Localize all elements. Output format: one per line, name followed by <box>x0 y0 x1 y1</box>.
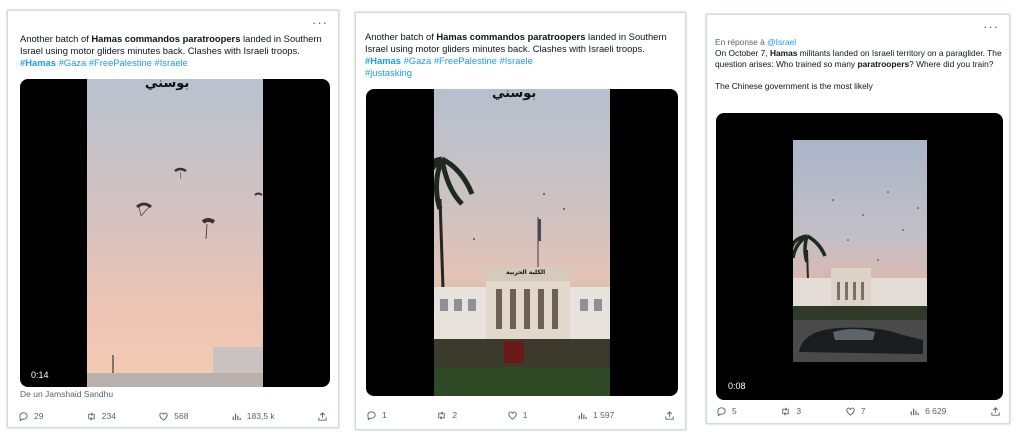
video-frame: بوسني <box>434 89 610 396</box>
like-count: 7 <box>860 406 866 416</box>
military-academy-scene <box>434 156 610 396</box>
share-icon <box>318 411 327 421</box>
tweet-text-bold: Hamas <box>769 48 798 58</box>
tweet-text: En réponse à @Israel On October 7, Hamas… <box>715 37 1005 92</box>
like-count: 568 <box>174 411 189 421</box>
reply-mention-link[interactable]: @Israel <box>767 37 796 47</box>
like-button[interactable]: 1 <box>507 410 528 421</box>
action-bar: 5 3 7 6 629 <box>716 404 1001 418</box>
video-frame <box>793 140 927 362</box>
hashtag-link[interactable]: #justasking <box>365 67 412 78</box>
retweet-button[interactable]: 234 <box>86 411 116 422</box>
reply-button[interactable]: 29 <box>18 411 43 422</box>
hashtag-link[interactable]: #Israele <box>154 57 187 68</box>
reply-icon <box>19 411 28 422</box>
building-sign: الكلية الحربية <box>506 269 546 276</box>
tweet-text: Another batch of Hamas commandos paratro… <box>20 33 332 69</box>
video-player[interactable]: بوسني الكلية الحربية <box>366 89 678 396</box>
video-duration: 0:14 <box>28 369 52 381</box>
views-icon <box>578 412 587 419</box>
views-count: 6 629 <box>925 406 947 416</box>
reply-count: 1 <box>382 410 387 420</box>
retweet-count: 234 <box>101 411 116 421</box>
video-player[interactable]: 0:08 <box>716 113 1003 400</box>
views-button[interactable]: 183,5 k <box>231 411 275 422</box>
like-icon <box>846 407 855 416</box>
hashtag-link[interactable]: #FreePalestine <box>89 57 152 68</box>
views-icon <box>232 413 241 420</box>
like-count: 1 <box>522 410 528 420</box>
reply-context: En réponse à <box>715 37 768 47</box>
like-button[interactable]: 568 <box>158 411 188 422</box>
hashtag-link[interactable]: #Gaza <box>404 55 432 66</box>
hashtag-link[interactable]: #Hamas <box>365 55 401 66</box>
video-frame: بوسني <box>87 79 263 387</box>
street-scene <box>793 191 927 362</box>
hashtag-link[interactable]: #FreePalestine <box>434 55 497 66</box>
tweet-text-bold: paratroopers <box>857 59 910 69</box>
reply-button[interactable]: 5 <box>716 406 737 417</box>
views-count: 1 597 <box>593 410 615 420</box>
reply-icon <box>717 406 726 417</box>
reply-count: 5 <box>732 406 737 416</box>
video-player[interactable]: بوسني 0:14 <box>20 79 330 387</box>
reply-button[interactable]: 1 <box>366 410 387 421</box>
reply-count: 29 <box>34 411 44 421</box>
retweet-button[interactable]: 3 <box>780 406 801 417</box>
hashtag-link[interactable]: #Hamas <box>20 57 56 68</box>
action-bar: 1 2 1 1 597 <box>366 408 675 422</box>
retweet-button[interactable]: 2 <box>436 410 457 421</box>
tweet-card[interactable]: ··· Another batch of Hamas commandos par… <box>7 10 339 428</box>
retweet-count: 2 <box>452 410 458 420</box>
like-icon <box>159 412 168 421</box>
retweet-icon <box>782 407 790 415</box>
tweet-second-paragraph: The Chinese government is the most likel… <box>715 81 873 91</box>
like-button[interactable]: 7 <box>845 406 866 417</box>
share-icon <box>665 410 674 420</box>
retweet-icon <box>438 411 446 419</box>
reply-icon <box>367 410 376 421</box>
tweet-text: Another batch of Hamas commandos paratro… <box>365 31 679 79</box>
tweet-text-part: Another batch of <box>20 33 92 44</box>
hashtag-link[interactable]: #Israele <box>499 55 532 66</box>
views-button[interactable]: 1 597 <box>577 410 614 421</box>
hashtag-link[interactable]: #Gaza <box>59 57 87 68</box>
share-button[interactable] <box>317 411 328 422</box>
more-options-icon[interactable]: ··· <box>312 15 328 30</box>
paratroopers-scene <box>87 167 263 387</box>
views-count: 183,5 k <box>246 411 275 421</box>
views-icon <box>910 408 919 415</box>
tweet-text-part: ? Where did you train? <box>909 59 994 69</box>
more-options-icon[interactable]: ··· <box>983 19 999 34</box>
retweet-count: 3 <box>796 406 802 416</box>
share-button[interactable] <box>990 406 1001 417</box>
retweet-icon <box>88 412 95 420</box>
action-bar: 29 234 568 183,5 k <box>18 409 328 423</box>
tweet-text-part: Another batch of <box>365 31 437 42</box>
video-overlay-text: بوسني <box>492 89 537 101</box>
views-button[interactable]: 6 629 <box>909 406 946 417</box>
video-duration: 0:08 <box>725 380 749 392</box>
tweet-text-bold: Hamas commandos paratroopers <box>91 33 241 44</box>
tweet-card[interactable]: Another batch of Hamas commandos paratro… <box>355 12 686 430</box>
like-icon <box>508 411 517 420</box>
share-icon <box>991 406 1000 416</box>
tweet-card[interactable]: ··· En réponse à @Israel On October 7, H… <box>706 14 1010 424</box>
video-overlay-text: بوسني <box>145 79 190 91</box>
overlapped-quote-text: De un Jamshaid Sandhu <box>20 389 114 399</box>
tweet-text-bold: Hamas commandos paratroopers <box>436 31 586 42</box>
share-button[interactable] <box>664 410 675 421</box>
tweet-text-part: On October 7, <box>715 48 770 58</box>
